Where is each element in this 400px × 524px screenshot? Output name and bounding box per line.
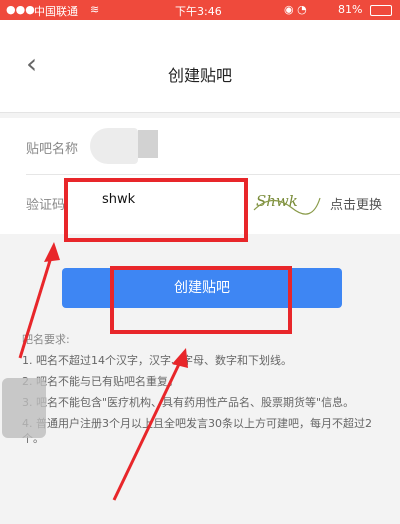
alarm-icon: ◉ ◔ <box>284 3 307 16</box>
nav-bar: ‹ 创建贴吧 <box>0 20 400 113</box>
rule-item: 4. 普通用户注册3个月以上且全吧发言30条以上方可建吧，每月不超过2个。 <box>22 417 372 445</box>
code-row: 验证码 shwk Shwk 点击更换 <box>26 174 400 230</box>
arrow-head-1 <box>44 242 60 262</box>
carrier-name: 中国联通 <box>34 5 78 18</box>
code-input[interactable]: shwk <box>102 192 135 207</box>
wifi-icon: ≋ <box>90 3 100 16</box>
code-label: 验证码 <box>26 198 66 213</box>
battery-icon <box>370 5 392 16</box>
name-input[interactable] <box>90 128 138 164</box>
status-time: 下午3:46 <box>175 5 222 18</box>
status-bar: ●●● 中国联通 ≋ 下午3:46 ◉ ◔ 81% <box>0 0 400 20</box>
create-form: 贴吧名称 验证码 shwk Shwk 点击更换 <box>0 118 400 234</box>
page-title: 创建贴吧 <box>167 66 232 85</box>
create-button[interactable]: 创建贴吧 <box>62 268 342 308</box>
rule-item: 2. 吧名不能与已有贴吧名重复。 <box>22 375 179 388</box>
rule-item: 3. 吧名不能包含"医疗机构、具有药用性产品名、股票期货等"信息。 <box>22 396 355 409</box>
battery-percent: 81% <box>338 3 363 16</box>
name-input-blur <box>138 130 158 158</box>
rules-section: 吧名要求: 1. 吧名不超过14个汉字，汉字、字母、数字和下划线。 2. 吧名不… <box>22 332 382 452</box>
refresh-captcha-link[interactable]: 点击更换 <box>330 194 382 213</box>
rules-title: 吧名要求: <box>22 333 70 346</box>
rule-item: 1. 吧名不超过14个汉字，汉字、字母、数字和下划线。 <box>22 354 292 367</box>
floating-widget <box>2 378 46 438</box>
name-row: 贴吧名称 <box>26 118 400 175</box>
signal-icon: ●●● <box>6 3 35 16</box>
name-label: 贴吧名称 <box>26 142 79 157</box>
captcha-image[interactable]: Shwk <box>252 186 322 216</box>
